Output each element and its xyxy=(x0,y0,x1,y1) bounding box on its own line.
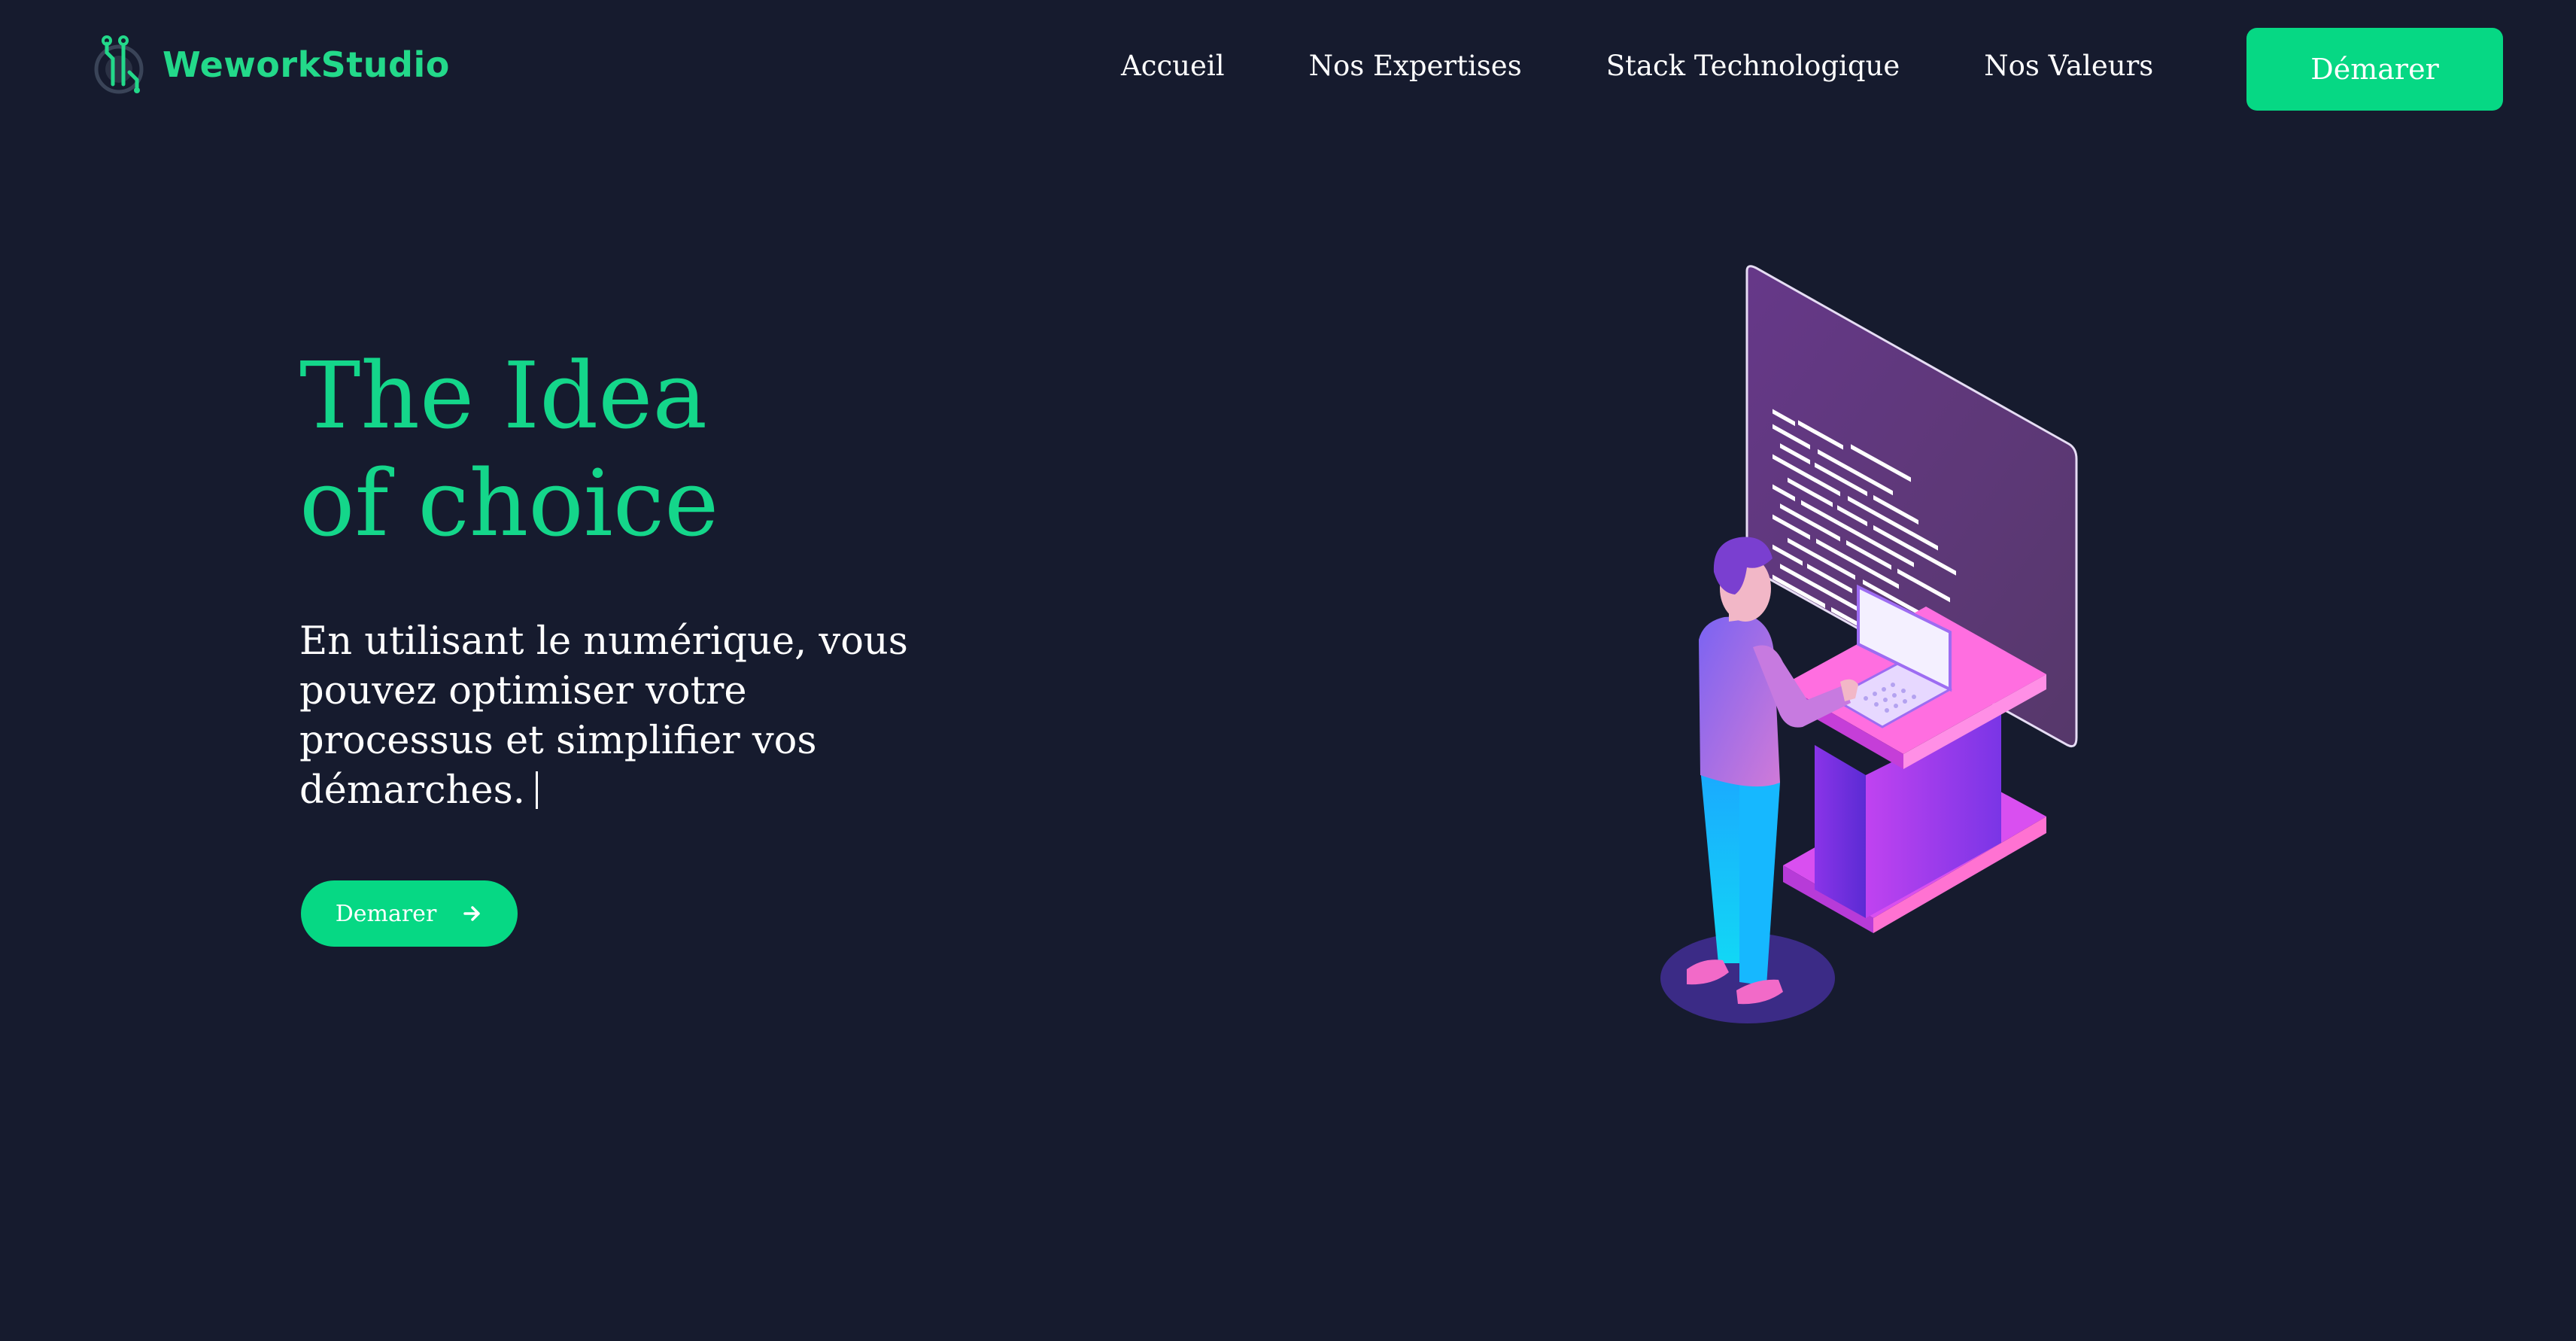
hero-description: En utilisant le numérique, vous pouvez o… xyxy=(299,617,946,816)
hero-title-line-2: of choice xyxy=(299,450,719,557)
nav-item-accueil[interactable]: Accueil xyxy=(1121,50,1225,82)
header-start-button[interactable]: Démarer xyxy=(2246,28,2503,111)
arrow-right-icon xyxy=(463,906,481,921)
typing-cursor xyxy=(535,771,538,809)
brand-name: WeworkStudio xyxy=(163,44,450,85)
brand-logo[interactable]: WeworkStudio xyxy=(87,30,450,99)
logo-circuit-icon xyxy=(94,35,144,94)
hero-title: The Idea of choice xyxy=(299,342,977,558)
nav-item-nos-valeurs[interactable]: Nos Valeurs xyxy=(1984,50,2153,82)
hero-start-button-label: Demarer xyxy=(335,900,437,927)
nav-item-nos-expertises[interactable]: Nos Expertises xyxy=(1309,50,1522,82)
developer-illustration xyxy=(1660,265,2078,1023)
main-nav: Accueil Nos Expertises Stack Technologiq… xyxy=(1121,50,2153,82)
nav-item-stack-technologique[interactable]: Stack Technologique xyxy=(1606,50,1900,82)
person-body xyxy=(1699,616,1780,787)
hero-description-text: En utilisant le numérique, vous pouvez o… xyxy=(299,619,908,813)
hero-title-line-1: The Idea xyxy=(299,342,708,449)
hero-start-button[interactable]: Demarer xyxy=(301,880,518,947)
pillar-left xyxy=(1815,745,1866,918)
